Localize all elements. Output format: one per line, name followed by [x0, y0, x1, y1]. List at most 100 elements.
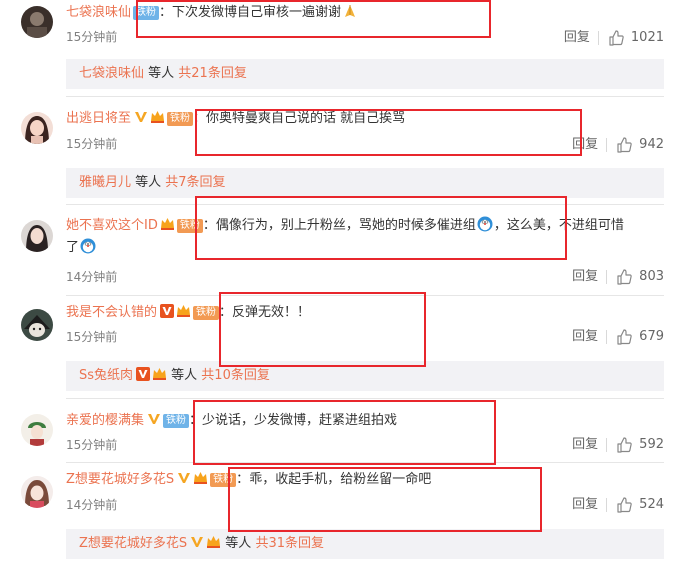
crown-badge-icon	[151, 111, 165, 123]
divider	[66, 204, 664, 205]
divider	[597, 31, 599, 45]
fan-badge: 铁粉	[133, 6, 160, 20]
doraemon-emoji-icon	[80, 238, 96, 254]
like-count: 1021	[630, 30, 664, 45]
reply-button[interactable]: 回复	[572, 437, 598, 453]
sub-reply-middle: 等人	[221, 536, 256, 551]
thumbs-up-icon	[609, 30, 624, 46]
like-button[interactable]: 942	[616, 137, 664, 153]
more-replies-link[interactable]: 共7条回复	[165, 175, 225, 190]
username[interactable]: 七袋浪味仙	[66, 5, 131, 20]
crown-badge-icon	[160, 218, 174, 230]
username[interactable]: 她不喜欢这个ID	[66, 218, 158, 233]
sub-reply-user[interactable]: 七袋浪味仙	[79, 66, 144, 81]
sub-reply-middle: 等人	[167, 368, 202, 383]
like-button[interactable]: 592	[616, 437, 664, 453]
divider	[66, 96, 664, 97]
avatar[interactable]	[21, 309, 53, 341]
verified-v-icon	[191, 537, 204, 547]
comment-text: 偶像行为，别上升粉丝，骂她的时候多催进组	[215, 218, 476, 233]
reply-button[interactable]: 回复	[572, 497, 598, 513]
more-replies-link[interactable]: 共31条回复	[255, 536, 324, 551]
comment-actions: 回复 592	[572, 437, 664, 453]
doraemon-emoji-icon	[477, 216, 493, 232]
comment-separator: ：	[202, 218, 216, 233]
comment-actions: 回复 803	[572, 269, 664, 285]
sub-replies: 雅曦月儿 等人 共7条回复	[66, 168, 664, 198]
like-button[interactable]: 524	[616, 497, 664, 513]
avatar[interactable]	[21, 112, 53, 144]
fan-badge: 铁粉	[163, 414, 190, 428]
avatar[interactable]	[21, 414, 53, 446]
comment-text: 反弹无效！！	[232, 305, 311, 320]
verified-v-icon	[148, 414, 161, 424]
sub-reply-user[interactable]: 雅曦月儿	[79, 175, 131, 190]
comment-actions: 回复 524	[572, 497, 664, 513]
thumbs-up-icon	[617, 497, 632, 513]
like-count: 942	[639, 137, 664, 152]
divider	[606, 498, 608, 512]
comment-text: 乖，收起手机，给粉丝留一命吧	[249, 472, 432, 487]
divider	[66, 462, 664, 463]
avatar[interactable]	[21, 220, 53, 252]
sub-reply-user[interactable]: Ss兔纸肉	[79, 368, 133, 383]
sub-replies: Z想要花城好多花S 等人 共31条回复	[66, 529, 664, 559]
fan-badge: 铁粉	[193, 306, 220, 320]
comment-separator: ：	[236, 472, 250, 487]
pray-emoji-icon	[345, 5, 356, 17]
thumbs-up-icon	[617, 269, 632, 285]
reply-button[interactable]: 回复	[572, 329, 598, 345]
more-replies-link[interactable]: 共21条回复	[178, 66, 247, 81]
comment-actions: 回复 942	[572, 137, 664, 153]
divider	[606, 270, 608, 284]
reply-button[interactable]: 回复	[572, 137, 598, 153]
verified-v-icon	[135, 112, 148, 122]
sub-reply-user[interactable]: Z想要花城好多花S	[79, 536, 187, 551]
comment-time: 15分钟前	[66, 30, 118, 44]
fan-badge: 铁粉	[176, 219, 203, 233]
crown-badge-icon	[194, 472, 208, 484]
thumbs-up-icon	[617, 137, 632, 153]
more-replies-link[interactable]: 共10条回复	[201, 368, 270, 383]
thumbs-up-icon	[617, 437, 632, 453]
divider	[66, 398, 664, 399]
avatar[interactable]	[21, 476, 53, 508]
comment-text: 少说话，少发微博，赶紧进组拍戏	[202, 413, 398, 428]
reply-button[interactable]: 回复	[564, 30, 590, 46]
like-button[interactable]: 679	[616, 329, 664, 345]
like-button[interactable]: 803	[616, 269, 664, 285]
like-count: 803	[639, 269, 664, 284]
crown-badge-icon	[207, 536, 221, 548]
comment-line: 出逃日将至 铁粉 ：你奥特曼爽自己说的话 就自己挨骂	[66, 109, 666, 129]
verified-v-icon	[160, 304, 175, 318]
fan-badge: 铁粉	[210, 473, 237, 487]
crown-badge-icon	[153, 368, 167, 380]
divider	[606, 138, 608, 152]
avatar[interactable]	[21, 6, 53, 38]
sub-reply-middle: 等人	[144, 66, 179, 81]
comment-time: 15分钟前	[66, 438, 118, 452]
comment-time: 15分钟前	[66, 330, 118, 344]
comment-separator: ：	[189, 413, 203, 428]
username[interactable]: 亲爱的樱满集	[66, 413, 144, 428]
username[interactable]: 我是不会认错的	[66, 305, 157, 320]
divider	[66, 295, 664, 296]
reply-button[interactable]: 回复	[572, 269, 598, 285]
username[interactable]: Z想要花城好多花S	[66, 472, 174, 487]
like-button[interactable]: 1021	[608, 30, 664, 46]
comment-text: 你奥特曼爽自己说的话 就自己挨骂	[206, 111, 406, 126]
comment-text: 下次发微博自己审核一遍谢谢	[172, 5, 342, 20]
comment-actions: 回复 679	[572, 329, 664, 345]
sub-reply-middle: 等人	[131, 175, 166, 190]
comment-separator: ：	[193, 111, 207, 126]
crown-badge-icon	[177, 305, 191, 317]
username[interactable]: 出逃日将至	[66, 111, 131, 126]
comment-time: 15分钟前	[66, 137, 118, 151]
comment-text: 了	[66, 240, 80, 255]
thumbs-up-icon	[617, 329, 632, 345]
comment-separator: ：	[219, 305, 233, 320]
like-count: 592	[639, 437, 664, 452]
comment-line: 亲爱的樱满集 铁粉 ：少说话，少发微博，赶紧进组拍戏	[66, 411, 666, 431]
divider	[606, 438, 608, 452]
comment-time: 14分钟前	[66, 498, 118, 512]
